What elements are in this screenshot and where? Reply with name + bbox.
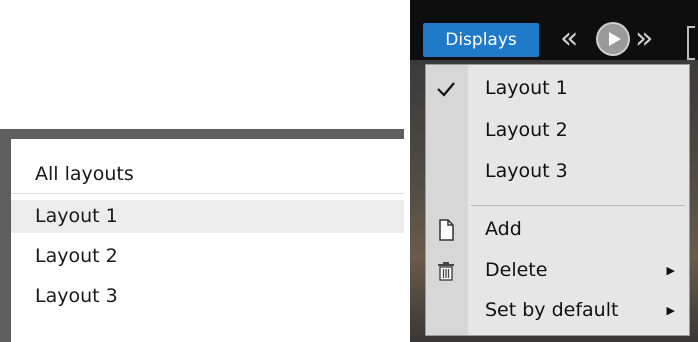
rewind-icon[interactable]: « (560, 20, 578, 58)
menu-separator (471, 205, 685, 206)
menu-item-label: Add (485, 218, 522, 240)
document-icon (434, 218, 458, 242)
layout-list-item[interactable]: Layout 1 (11, 200, 404, 233)
layouts-header: All layouts (35, 163, 134, 185)
submenu-arrow-icon: ▶ (666, 264, 675, 277)
menu-item-label: Layout 3 (485, 160, 568, 182)
player-toolbar: Displays « » (410, 0, 698, 60)
menu-item-layout-1[interactable]: Layout 1 (426, 69, 689, 108)
menu-item-layout-3[interactable]: Layout 3 (426, 152, 689, 191)
layouts-divider (11, 193, 404, 194)
menu-item-label: Layout 2 (485, 119, 568, 141)
check-icon (434, 77, 458, 101)
toolbar-edge (687, 26, 695, 60)
menu-item-add[interactable]: Add (426, 210, 689, 249)
menu-item-label: Delete (485, 259, 548, 281)
menu-item-delete[interactable]: Delete ▶ (426, 251, 689, 290)
menu-item-label: Set by default (485, 299, 619, 321)
trash-icon (434, 259, 458, 283)
menu-item-set-by-default[interactable]: Set by default ▶ (426, 291, 689, 330)
submenu-arrow-icon: ▶ (666, 304, 675, 317)
play-icon[interactable] (596, 22, 630, 56)
menu-item-label: Layout 1 (485, 77, 568, 99)
displays-menu: Layout 1 Layout 2 Layout 3 Add Delete ▶ … (425, 64, 690, 336)
fast-forward-icon[interactable]: » (635, 20, 653, 58)
layout-list-item[interactable]: Layout 3 (11, 280, 404, 313)
layout-list-item[interactable]: Layout 2 (11, 240, 404, 273)
menu-item-layout-2[interactable]: Layout 2 (426, 111, 689, 150)
displays-button[interactable]: Displays (423, 23, 539, 57)
